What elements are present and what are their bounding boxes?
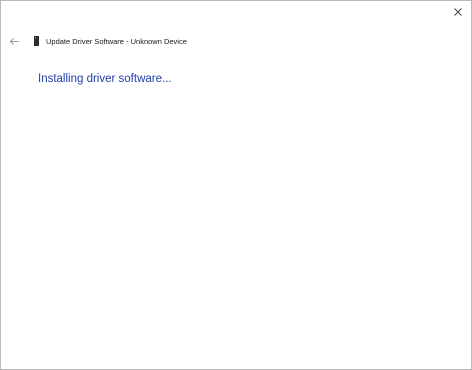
update-driver-dialog: Update Driver Software - Unknown Device …	[0, 0, 472, 370]
dialog-header: Update Driver Software - Unknown Device	[8, 34, 187, 48]
back-arrow-icon	[9, 37, 18, 45]
device-icon	[34, 36, 39, 46]
dialog-title: Update Driver Software - Unknown Device	[46, 36, 187, 46]
back-button[interactable]	[8, 34, 20, 48]
close-icon	[454, 8, 462, 16]
status-text: Installing driver software...	[38, 73, 172, 85]
close-button[interactable]	[445, 1, 471, 23]
